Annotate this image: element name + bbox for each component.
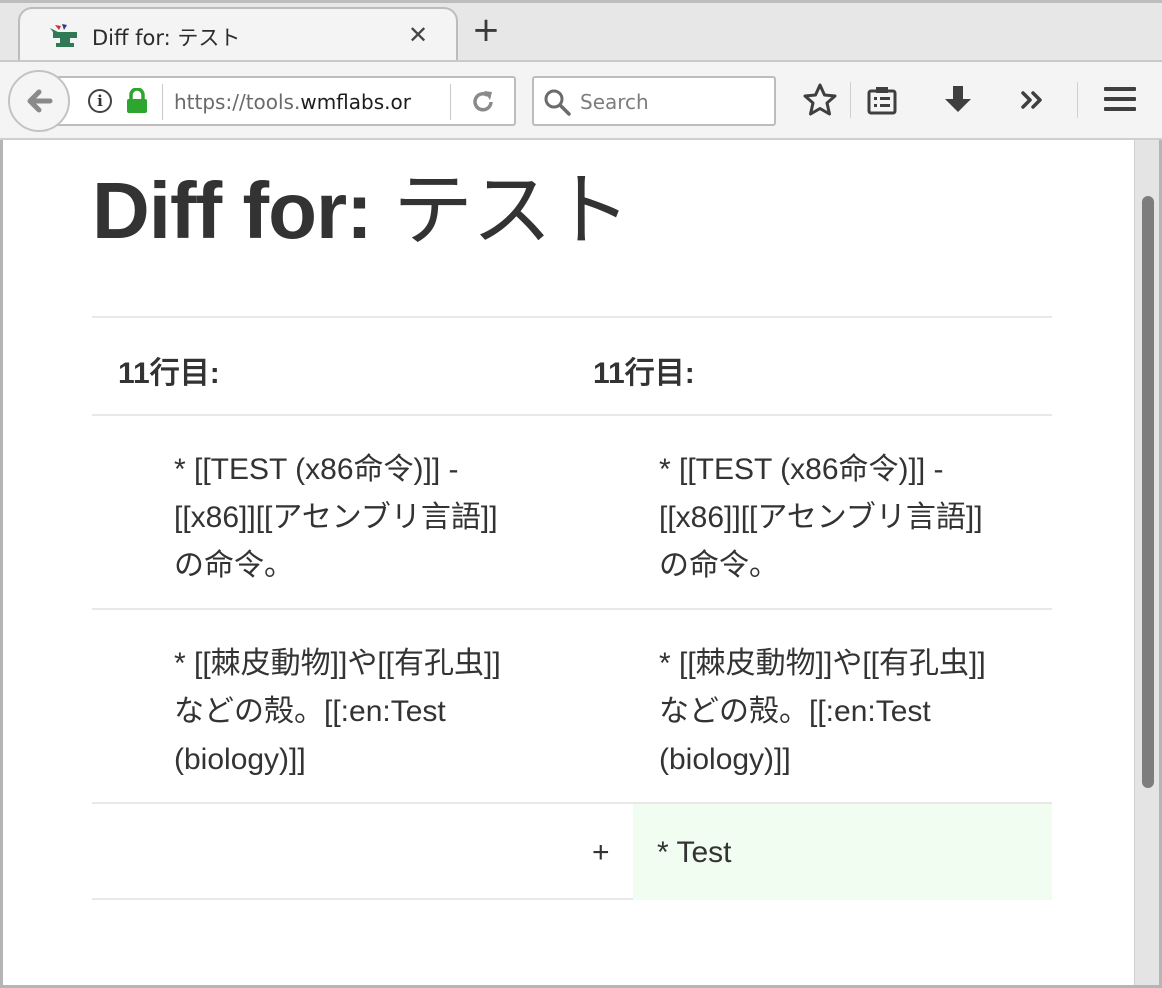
tab-title: Diff for: テスト — [92, 26, 241, 50]
new-tab-button[interactable]: + — [470, 13, 502, 47]
diff-table: 11行目: 11行目: * [[TEST (x86命令)]] - [[x86]]… — [92, 316, 1052, 900]
search-placeholder: Search — [580, 90, 649, 114]
left-context-cell: * [[棘皮動物]]や[[有孔虫]] などの殻。[[:en:Test (biol… — [174, 647, 501, 776]
search-bar[interactable]: Search — [532, 76, 776, 126]
back-arrow-icon — [27, 89, 53, 113]
tab-diff[interactable]: Diff for: テスト ✕ — [18, 7, 458, 63]
toolbar-separator — [850, 82, 851, 118]
diff-context-row: * [[TEST (x86命令)]] - [[x86]][[アセンブリ言語]] … — [92, 414, 1052, 608]
diff-context-row: * [[棘皮動物]]や[[有孔虫]] などの殻。[[:en:Test (biol… — [92, 608, 1052, 802]
scrollbar-thumb[interactable] — [1142, 196, 1154, 788]
url-text[interactable]: https://tools.wmflabs.or — [174, 90, 411, 114]
right-context-cell: * [[TEST (x86命令)]] - [[x86]][[アセンブリ言語]] … — [659, 453, 983, 582]
reload-icon[interactable] — [470, 89, 496, 115]
left-lineno: 11行目: — [118, 357, 220, 390]
right-lineno: 11行目: — [593, 357, 695, 390]
overflow-chevron-icon[interactable] — [1014, 80, 1054, 120]
tab-close-icon[interactable]: ✕ — [408, 21, 428, 49]
added-line-text: * Test — [657, 836, 732, 869]
diff-added-row: + * Test — [92, 802, 1052, 900]
added-line-cell: * Test — [633, 804, 1052, 900]
hamburger-menu-icon[interactable] — [1100, 80, 1140, 120]
url-bar[interactable]: i https://tools.wmflabs.or — [50, 76, 516, 126]
vertical-scrollbar[interactable] — [1134, 140, 1159, 985]
download-icon[interactable] — [938, 80, 978, 120]
url-separator — [450, 84, 451, 120]
back-button[interactable] — [8, 70, 70, 132]
reading-list-icon[interactable] — [862, 80, 902, 120]
left-context-cell: * [[TEST (x86命令)]] - [[x86]][[アセンブリ言語]] … — [174, 453, 498, 582]
search-icon — [544, 89, 571, 116]
info-icon[interactable]: i — [88, 89, 112, 113]
anvil-favicon-icon — [50, 24, 77, 47]
lock-icon[interactable] — [126, 88, 148, 114]
toolbar-separator — [1077, 82, 1078, 118]
page-content: Diff for: テスト 11行目: 11行目: * [[TEST (x86命… — [3, 140, 1134, 985]
right-context-cell: * [[棘皮動物]]や[[有孔虫]] などの殻。[[:en:Test (biol… — [659, 647, 986, 776]
bookmark-star-icon[interactable] — [800, 80, 840, 120]
navigation-toolbar: i https://tools.wmflabs.or Search — [0, 60, 1162, 140]
added-marker: + — [592, 836, 610, 869]
diff-lineno-row: 11行目: 11行目: — [92, 316, 1052, 414]
tab-strip: Diff for: テスト ✕ + — [0, 0, 1162, 63]
page-title: Diff for: テスト — [92, 166, 631, 255]
url-separator — [162, 84, 163, 120]
